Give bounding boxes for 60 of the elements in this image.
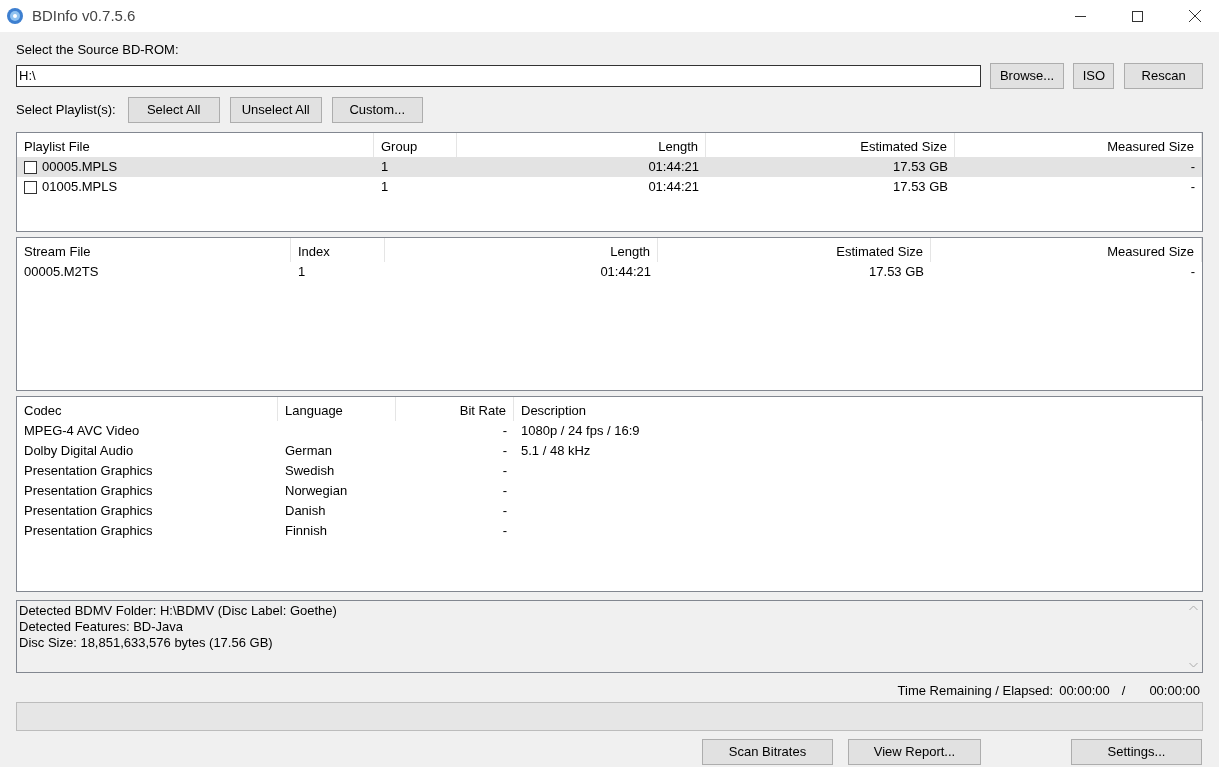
- time-label: Time Remaining / Elapsed:: [897, 682, 1054, 700]
- playlist-label: Select Playlist(s):: [16, 101, 116, 120]
- table-cell-text: 5.1 / 48 kHz: [521, 442, 591, 461]
- window-title: BDInfo v0.7.5.6: [32, 5, 136, 26]
- checkbox[interactable]: [24, 160, 37, 174]
- button[interactable]: Custom...: [331, 97, 423, 123]
- table-cell-text: 01:44:21: [600, 263, 651, 282]
- table-cell-text: 1: [298, 263, 306, 282]
- table-cell-text: Presentation Graphics: [24, 502, 153, 521]
- source-label: Select the Source BD-ROM:: [16, 42, 180, 58]
- table-cell-text: Dolby Digital Audio: [24, 442, 134, 461]
- button[interactable]: View Report...: [848, 739, 981, 765]
- log-line: Detected BDMV Folder: H:\BDMV (Disc Label: Goethe): [19, 603, 338, 619]
- log-line: Detected Features: BD-Java: [19, 619, 185, 635]
- table-cell-text: MPEG-4 AVC Video: [24, 422, 140, 441]
- time-separator: /: [1121, 682, 1126, 700]
- table-cell-text: -: [502, 442, 507, 461]
- button[interactable]: Scan Bitrates: [702, 739, 833, 765]
- button[interactable]: Browse...: [989, 63, 1065, 89]
- table-cell-text: 01:44:21: [648, 178, 699, 197]
- table-cell-text: 00005.M2TS: [24, 263, 99, 282]
- table-cell-text: -: [1190, 263, 1195, 282]
- close-icon[interactable]: [1189, 10, 1201, 22]
- table-cell-text: -: [502, 462, 507, 481]
- table-row[interactable]: 00005.MPLS 1 01:44:21 17.53 GB -: [17, 157, 1202, 177]
- table-cell-text: Presentation Graphics: [24, 522, 153, 541]
- button[interactable]: Unselect All: [229, 97, 322, 123]
- table-cell-text: 1080p / 24 fps / 16:9: [521, 422, 640, 441]
- table-cell-text: 17.53 GB: [869, 263, 924, 282]
- button[interactable]: ISO: [1073, 63, 1115, 89]
- table-cell-text: -: [502, 482, 507, 501]
- table-cell-text: 1: [381, 158, 389, 177]
- table-cell-text: Norwegian: [285, 482, 348, 501]
- table-cell-text: Presentation Graphics: [24, 482, 153, 501]
- source-path-field[interactable]: H:\: [16, 65, 981, 87]
- table-cell-text: 00005.MPLS: [42, 158, 118, 177]
- table-cell-text: 17.53 GB: [893, 158, 948, 177]
- button[interactable]: Settings...: [1071, 739, 1202, 765]
- table-cell-text: Presentation Graphics: [24, 462, 153, 481]
- time-remaining: 00:00:00: [1059, 682, 1110, 700]
- table-cell-text: Swedish: [285, 462, 335, 481]
- table-cell-text: German: [285, 442, 332, 461]
- table-cell-text: -: [1190, 158, 1195, 177]
- table-cell-text: -: [502, 502, 507, 521]
- table-cell-text: Finnish: [285, 522, 327, 541]
- table-cell-text: -: [502, 522, 507, 541]
- table-cell-text: -: [502, 422, 507, 441]
- log-line: Disc Size: 18,851,633,576 bytes (17.56 GB): [19, 635, 274, 651]
- maximize-icon[interactable]: [1132, 10, 1143, 22]
- table-cell-text: 1: [381, 178, 389, 197]
- table-cell-text: -: [1190, 178, 1195, 197]
- button[interactable]: Rescan: [1124, 63, 1203, 89]
- time-elapsed: 00:00:00: [1149, 682, 1200, 700]
- checkbox[interactable]: [24, 180, 37, 194]
- table-cell-text: 01005.MPLS: [42, 178, 118, 197]
- table-cell-text: Danish: [285, 502, 326, 521]
- table-cell-text: 01:44:21: [648, 158, 699, 177]
- button[interactable]: Select All: [127, 97, 220, 123]
- table-cell-text: 17.53 GB: [893, 178, 948, 197]
- disc-icon: [6, 7, 24, 25]
